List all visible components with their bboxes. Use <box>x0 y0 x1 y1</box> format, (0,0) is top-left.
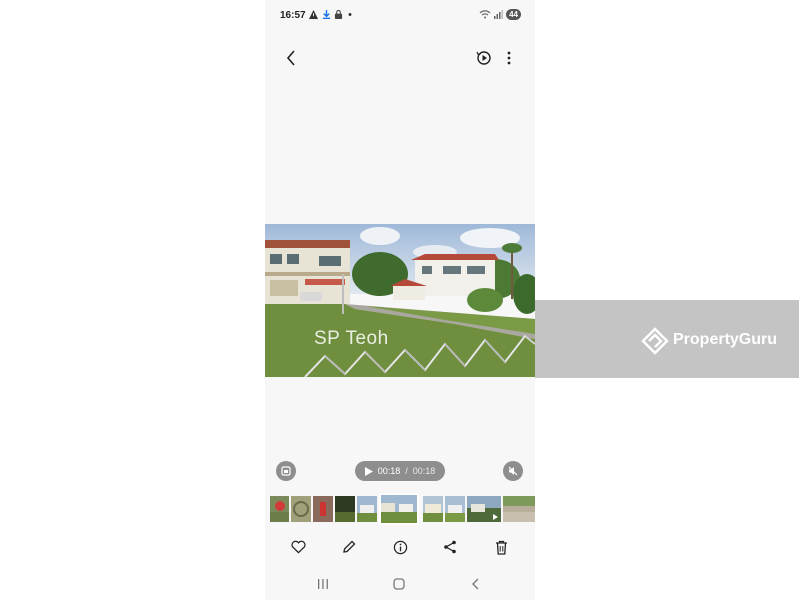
back-nav-button[interactable] <box>465 574 485 594</box>
thumbnail-image <box>357 505 377 522</box>
capture-button[interactable] <box>276 461 296 481</box>
capture-icon <box>281 466 291 476</box>
thumb-flower[interactable] <box>270 496 289 522</box>
thumbnail-image <box>423 504 443 522</box>
wifi-icon <box>479 10 491 19</box>
back-nav-icon <box>472 578 479 590</box>
thumbnail-image <box>335 512 355 522</box>
share-button[interactable] <box>440 537 460 557</box>
filmstrip <box>265 493 535 525</box>
dot-icon <box>348 13 351 16</box>
battery-indicator: 44 <box>506 9 521 20</box>
mute-button[interactable] <box>503 461 523 481</box>
status-bar: 16:57 44 <box>265 0 535 30</box>
share-icon <box>444 540 456 554</box>
main-photo[interactable]: SP Teoh <box>265 224 535 377</box>
thumb-plant[interactable] <box>291 496 311 522</box>
gallery-viewer: 16:57 44 SP Teoh 00:18 / 00:18 <box>265 0 535 600</box>
propertyguru-brand: PropertyGuru <box>673 331 778 348</box>
more-options-icon <box>507 51 511 65</box>
edit-icon <box>343 540 356 553</box>
home-icon <box>393 578 405 590</box>
current-time: 00:18 <box>377 466 401 476</box>
download-icon <box>322 10 330 19</box>
delete-button[interactable] <box>491 537 511 557</box>
thumbnail-image <box>270 501 289 522</box>
thumb-house-2[interactable] <box>423 496 443 522</box>
thumbnail-image <box>293 501 309 517</box>
delete-icon <box>495 540 507 555</box>
more-options-button[interactable] <box>499 48 519 68</box>
thumb-dark[interactable] <box>335 496 355 522</box>
thumb-house[interactable] <box>357 496 377 522</box>
time-separator: / <box>405 466 408 476</box>
warning-icon <box>309 10 318 19</box>
play-button[interactable]: 00:18 / 00:18 <box>355 461 445 481</box>
photo-watermark: SP Teoh <box>314 328 389 349</box>
recents-button[interactable] <box>313 574 333 594</box>
thumb-video[interactable] <box>467 496 501 522</box>
video-controls: 00:18 / 00:18 <box>265 460 535 484</box>
bottom-actions <box>265 536 535 558</box>
lock-icon <box>334 9 343 19</box>
back-arrow-icon <box>286 50 295 66</box>
home-button[interactable] <box>389 574 409 594</box>
thumb-current[interactable] <box>379 493 419 525</box>
info-icon <box>393 540 407 554</box>
status-system-icons: 44 <box>479 9 521 20</box>
mute-icon <box>508 466 518 476</box>
propertyguru-watermark: PropertyGuru <box>535 300 799 378</box>
recents-icon <box>318 579 328 589</box>
thumbnail-image <box>503 496 535 522</box>
remaster-button[interactable] <box>474 48 494 68</box>
signal-icon <box>494 10 504 19</box>
propertyguru-logo-icon <box>641 327 669 355</box>
thumb-road[interactable] <box>503 496 535 522</box>
thumbnail-image <box>467 496 501 520</box>
back-button[interactable] <box>281 48 301 68</box>
system-nav-bar <box>265 573 535 595</box>
top-app-bar <box>265 42 535 74</box>
edit-button[interactable] <box>339 537 359 557</box>
thumbnail-image <box>320 502 326 516</box>
thumbnail-image <box>381 503 417 523</box>
house-photo <box>265 224 535 377</box>
thumb-person[interactable] <box>313 496 333 522</box>
duration: 00:18 <box>412 466 436 476</box>
status-time: 16:57 <box>280 10 306 21</box>
favorite-icon <box>290 540 306 554</box>
play-icon <box>364 466 373 476</box>
thumbnail-image <box>445 505 465 522</box>
remaster-icon <box>476 51 491 65</box>
status-notification-icons <box>309 9 353 21</box>
info-button[interactable] <box>390 537 410 557</box>
thumb-house-3[interactable] <box>445 496 465 522</box>
favorite-button[interactable] <box>288 537 308 557</box>
